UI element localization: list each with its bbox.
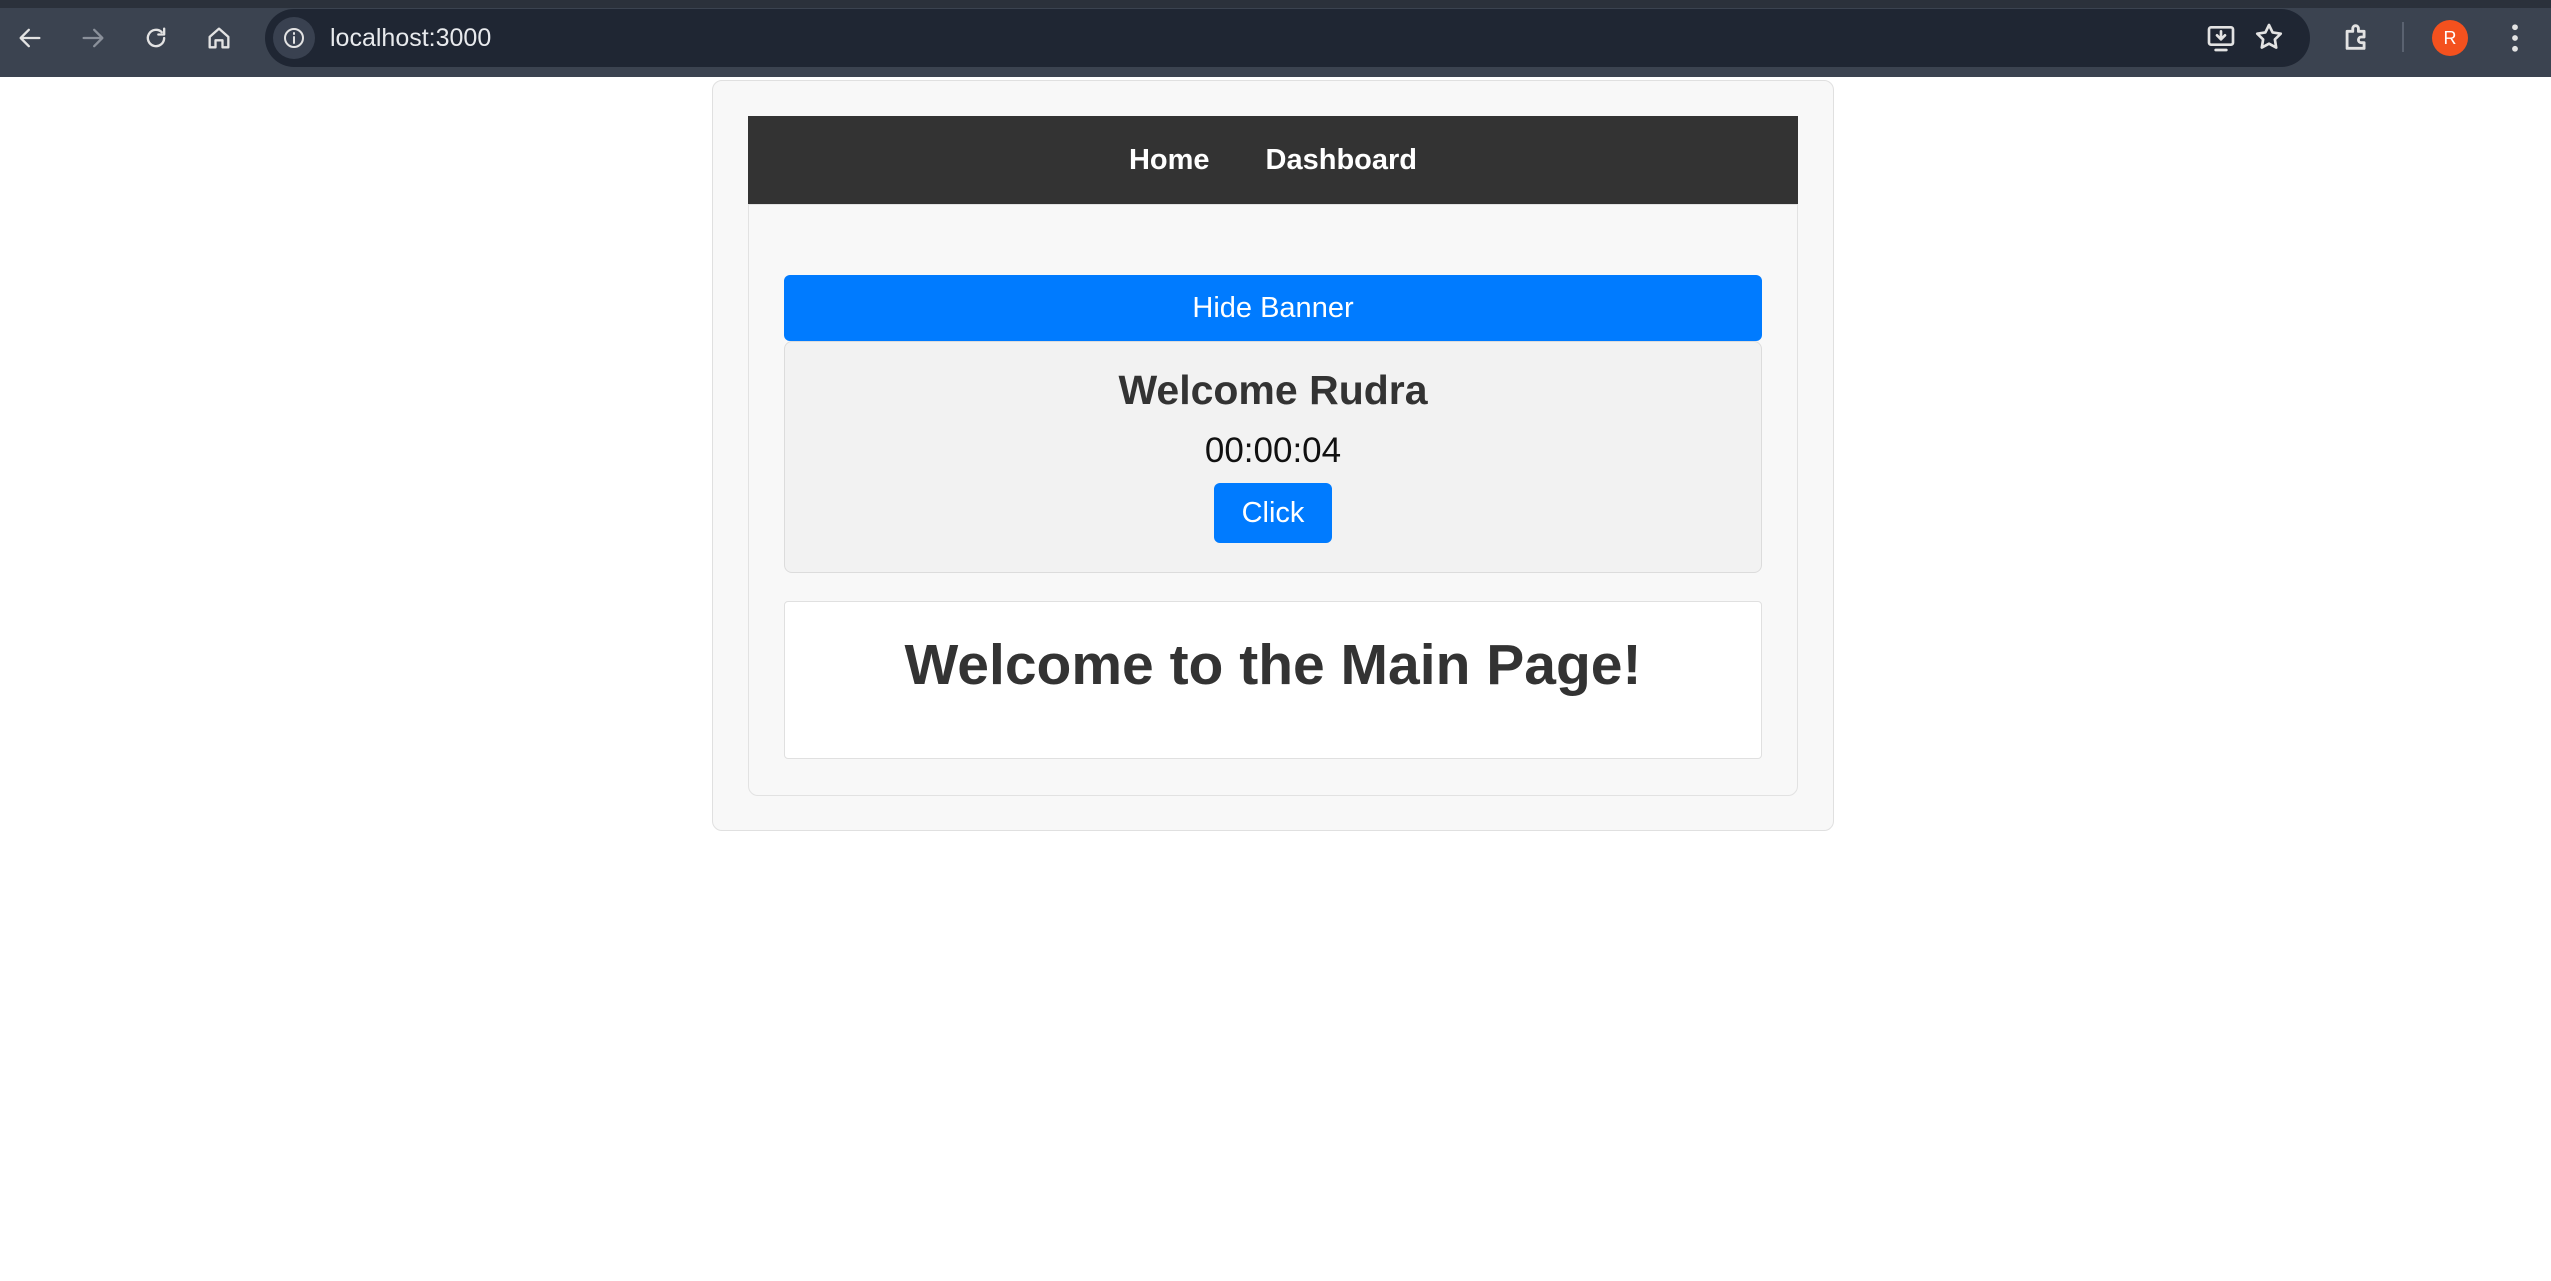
back-arrow-icon bbox=[19, 28, 41, 48]
address-bar[interactable]: localhost:3000 bbox=[265, 9, 2310, 67]
site-info-button[interactable] bbox=[273, 17, 315, 59]
forward-button[interactable] bbox=[67, 12, 119, 64]
reload-icon bbox=[146, 27, 166, 48]
install-app-icon[interactable] bbox=[2205, 22, 2237, 54]
forward-arrow-icon bbox=[82, 28, 104, 48]
banner-greeting: Welcome Rudra bbox=[1118, 367, 1428, 413]
welcome-banner: Welcome Rudra 00:00:04 Click bbox=[784, 341, 1762, 573]
profile-avatar[interactable]: R bbox=[2432, 20, 2468, 56]
tab-strip bbox=[0, 0, 2551, 8]
back-button[interactable] bbox=[4, 12, 56, 64]
home-icon bbox=[208, 27, 230, 49]
page-title: Welcome to the Main Page! bbox=[904, 633, 1642, 697]
bookmark-star-icon[interactable] bbox=[2253, 21, 2285, 53]
site-info-icon bbox=[284, 28, 304, 48]
content-panel: Hide Banner Welcome Rudra 00:00:04 Click… bbox=[748, 204, 1798, 796]
toolbar-divider bbox=[2402, 22, 2404, 52]
nav-link-dashboard[interactable]: Dashboard bbox=[1266, 144, 1417, 177]
browser-toolbar: localhost:3000 R bbox=[0, 0, 2551, 77]
menu-dots-icon[interactable] bbox=[2500, 20, 2530, 56]
nav-link-home[interactable]: Home bbox=[1129, 144, 1210, 177]
reload-button[interactable] bbox=[130, 12, 182, 64]
url-text[interactable]: localhost:3000 bbox=[330, 9, 491, 67]
app-container: Home Dashboard Hide Banner Welcome Rudra… bbox=[712, 80, 1834, 831]
extensions-icon[interactable] bbox=[2340, 20, 2374, 54]
top-navbar: Home Dashboard bbox=[748, 116, 1798, 204]
click-button[interactable]: Click bbox=[1214, 483, 1332, 543]
banner-timer: 00:00:04 bbox=[1204, 431, 1342, 470]
hide-banner-button[interactable]: Hide Banner bbox=[784, 275, 1762, 341]
home-button[interactable] bbox=[193, 12, 245, 64]
main-content-box: Welcome to the Main Page! bbox=[784, 601, 1762, 759]
